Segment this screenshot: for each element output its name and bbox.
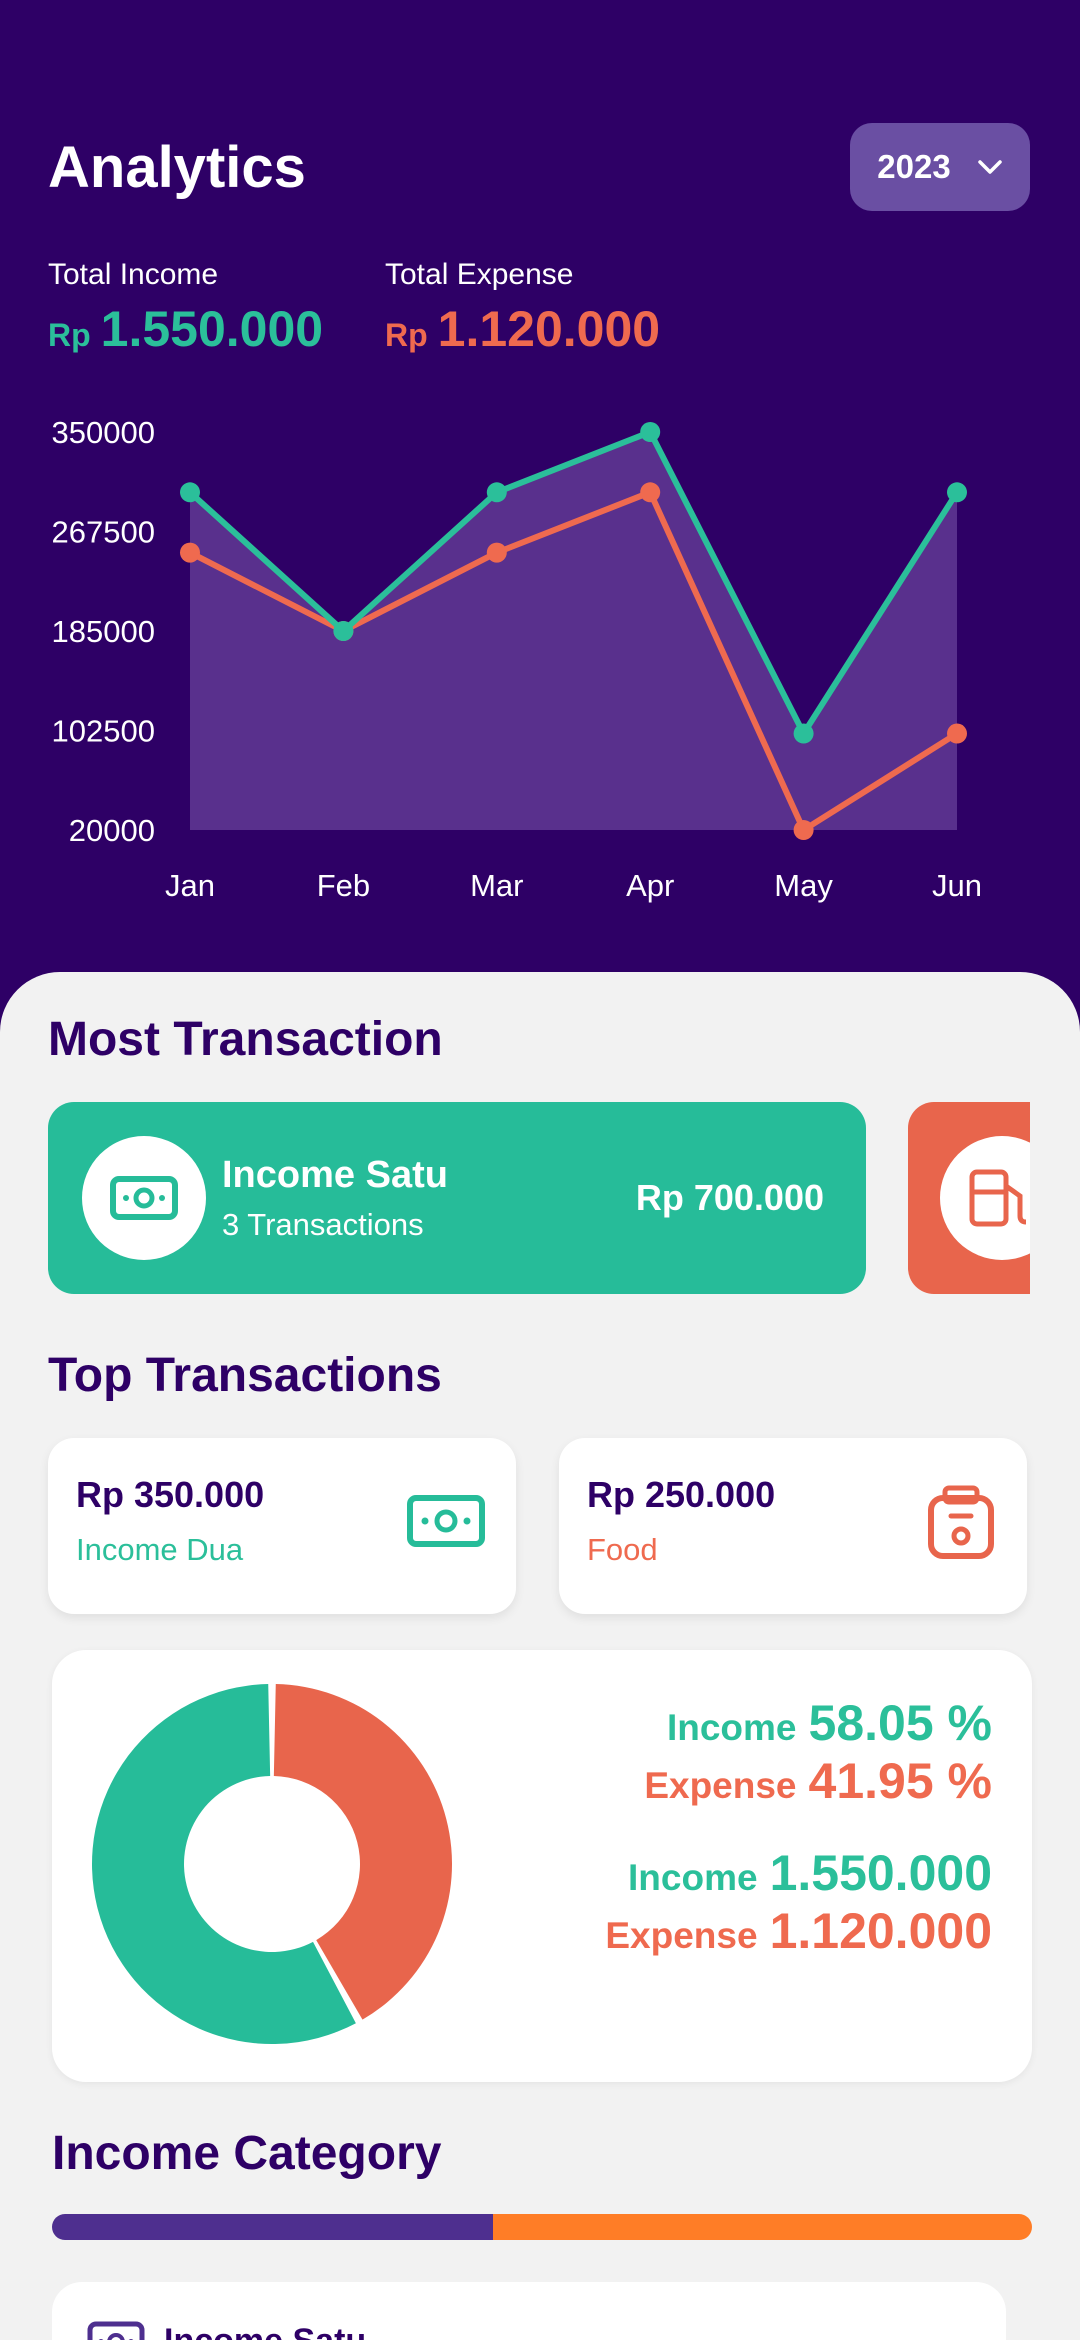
income-expense-donut — [92, 1684, 452, 2044]
total-income-value: 1.550.000 — [100, 301, 324, 357]
money-icon — [407, 1495, 485, 1547]
chart-area-fill — [190, 432, 957, 830]
analytics-screen: Analytics 2023 Total Income Rp 1.550.000… — [0, 0, 1080, 2340]
income-percent-value: 58.05 % — [808, 1695, 992, 1751]
expense-percent-value: 41.95 % — [808, 1753, 992, 1809]
most-transaction-title: Most Transaction — [48, 1013, 443, 1066]
chevron-down-icon — [977, 160, 1002, 174]
most-transaction-card[interactable]: Income Satu 3 Transactions Rp 700.000 — [48, 1102, 866, 1294]
ratio-percent-legend: Income 58.05 % Expense 41.95 % — [644, 1694, 992, 1810]
ratio-amount-legend: Income 1.550.000 Expense 1.120.000 — [605, 1844, 992, 1960]
y-tick-label: 185000 — [52, 614, 155, 649]
y-tick-label: 102500 — [52, 714, 155, 749]
year-value: 2023 — [877, 148, 951, 185]
series-1-point — [947, 723, 967, 744]
series-0-point — [486, 482, 507, 503]
total-income-label: Total Income — [48, 258, 219, 291]
income-category-bar-segment-1 — [52, 2214, 493, 2240]
income-amount-value: 1.550.000 — [769, 1845, 992, 1901]
x-tick-label: Jan — [165, 868, 215, 903]
most-transaction-name: Income Satu — [222, 1153, 448, 1196]
most-transaction-card-2[interactable] — [908, 1102, 1030, 1294]
content-sheet: Most Transaction Income Satu 3 Transacti… — [0, 972, 1080, 2340]
most-transaction-amount: Rp 700.000 — [635, 1177, 824, 1218]
y-tick-label: 267500 — [52, 515, 155, 550]
series-0-point — [947, 482, 967, 503]
most-transaction-count: 3 Transactions — [222, 1206, 424, 1242]
series-0-point — [180, 482, 200, 503]
gas-station-icon — [969, 1169, 1027, 1227]
series-1-point — [793, 820, 814, 840]
money-icon — [110, 1176, 178, 1220]
income-amount-label: Income — [628, 1857, 758, 1898]
total-expense-label: Total Expense — [385, 258, 574, 291]
total-expense-value: 1.120.000 — [437, 301, 661, 357]
series-0-point — [333, 621, 354, 641]
income-expense-ratio-card: Income 58.05 % Expense 41.95 % Income 1.… — [52, 1650, 1032, 2082]
income-expense-line-chart: 350000 267500 185000 102500 20000 Jan Feb Mar Ap… — [52, 415, 982, 903]
page-title: Analytics — [48, 135, 306, 200]
food-bag-icon — [928, 1485, 994, 1559]
income-category-name: Income Satu — [164, 2322, 366, 2340]
income-category-bar-segment-2 — [493, 2214, 1032, 2240]
income-category-item[interactable]: Income Satu — [52, 2282, 1006, 2340]
x-tick-label: Mar — [470, 868, 523, 903]
y-tick-label: 350000 — [52, 415, 155, 450]
total-expense-currency: Rp — [385, 317, 428, 353]
year-selector[interactable]: 2023 — [850, 123, 1030, 211]
income-category-title: Income Category — [52, 2127, 442, 2180]
top-transaction-card[interactable]: Rp 250.000 Food — [559, 1438, 1027, 1614]
series-0-point — [640, 422, 661, 442]
total-expense: Total Expense Rp 1.120.000 — [385, 258, 660, 358]
expense-amount-label: Expense — [605, 1915, 758, 1956]
y-tick-label: 20000 — [69, 813, 155, 848]
top-transactions-title: Top Transactions — [48, 1349, 442, 1402]
expense-percent-label: Expense — [644, 1765, 797, 1806]
x-tick-label: Apr — [626, 868, 674, 903]
analytics-header: Analytics 2023 Total Income Rp 1.550.000… — [0, 0, 1080, 1040]
series-1-point — [640, 482, 661, 503]
series-1-point — [486, 542, 507, 563]
expense-amount-value: 1.120.000 — [769, 1903, 992, 1959]
total-income: Total Income Rp 1.550.000 — [48, 258, 323, 358]
total-income-currency: Rp — [48, 317, 91, 353]
x-tick-label: Jun — [932, 868, 982, 903]
top-transaction-card[interactable]: Rp 350.000 Income Dua — [48, 1438, 516, 1614]
series-1-point — [180, 542, 200, 563]
income-category-bar — [52, 2214, 1032, 2240]
income-percent-label: Income — [666, 1707, 797, 1748]
x-tick-label: Feb — [317, 868, 370, 903]
series-0-point — [793, 723, 814, 744]
x-tick-label: May — [774, 868, 833, 903]
money-icon — [87, 2321, 145, 2340]
